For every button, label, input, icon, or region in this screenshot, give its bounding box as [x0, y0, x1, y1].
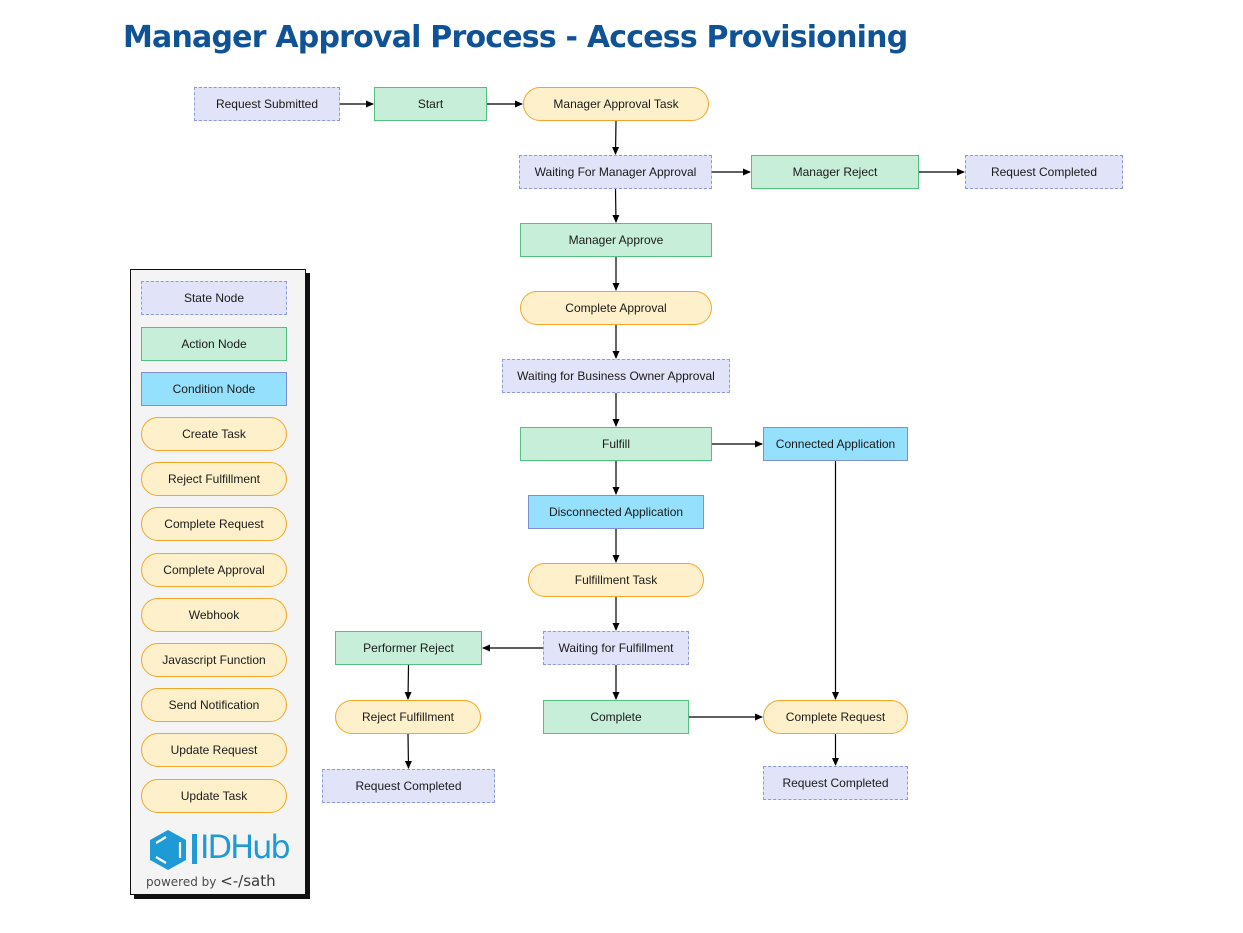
node-waiting-for-business-owner-approval[interactable]: Waiting for Business Owner Approval — [502, 359, 730, 393]
node-label: Reject Fulfillment — [361, 710, 455, 724]
logo-divider — [192, 834, 197, 864]
idhub-logo: IDHub powered by <-/sath — [146, 826, 291, 892]
node-disconnected-application[interactable]: Disconnected Application — [528, 495, 704, 529]
node-label: Complete Approval — [565, 301, 667, 315]
node-fulfillment-task[interactable]: Fulfillment Task — [528, 563, 704, 597]
legend-label: Condition Node — [172, 382, 256, 396]
node-label: Manager Approval Task — [553, 97, 679, 111]
node-waiting-for-fulfillment[interactable]: Waiting for Fulfillment — [543, 631, 689, 665]
node-request-completed[interactable]: Request Completed — [965, 155, 1123, 189]
legend-label: Webhook — [188, 608, 240, 622]
legend-label: Complete Request — [164, 517, 264, 531]
logo-powered-by: powered by <-/sath — [146, 872, 276, 890]
node-label: Fulfillment Task — [574, 573, 658, 587]
legend-item-webhook: Webhook — [141, 598, 287, 632]
legend-item-action-node: Action Node — [141, 327, 287, 361]
legend-label: Create Task — [182, 427, 246, 441]
node-complete-approval[interactable]: Complete Approval — [520, 291, 712, 325]
node-manager-reject[interactable]: Manager Reject — [751, 155, 919, 189]
powered-by-text: powered by — [146, 875, 217, 889]
node-label: Waiting for Fulfillment — [558, 641, 674, 655]
legend-item-complete-approval: Complete Approval — [141, 553, 287, 587]
node-label: Complete Request — [785, 710, 886, 724]
edge-performer-reject-to-reject-fulfillment — [404, 664, 412, 700]
legend-item-reject-fulfillment: Reject Fulfillment — [141, 462, 287, 496]
legend-label: Update Request — [170, 743, 258, 757]
legend-item-create-task: Create Task — [141, 417, 287, 451]
node-label: Request Completed — [355, 779, 462, 793]
logo-brand-id: ID — [200, 828, 232, 866]
node-reject-fulfillment[interactable]: Reject Fulfillment — [335, 700, 481, 734]
company-name: sath — [243, 872, 276, 890]
node-complete[interactable]: Complete — [543, 700, 689, 734]
legend-panel: State Node Action Node Condition Node Cr… — [130, 269, 306, 895]
node-label: Request Completed — [782, 776, 889, 790]
node-fulfill[interactable]: Fulfill — [520, 427, 712, 461]
legend-label: State Node — [183, 291, 245, 305]
node-manager-approval-task[interactable]: Manager Approval Task — [523, 87, 709, 121]
node-label: Complete — [590, 710, 642, 724]
node-request-completed[interactable]: Request Completed — [322, 769, 495, 803]
node-label: Request Submitted — [215, 97, 319, 111]
node-label: Manager Approve — [568, 233, 664, 247]
legend-label: Send Notification — [168, 698, 260, 712]
node-request-submitted[interactable]: Request Submitted — [194, 87, 340, 121]
legend-label: Javascript Function — [162, 653, 266, 667]
legend-item-condition-node: Condition Node — [141, 372, 287, 406]
node-connected-application[interactable]: Connected Application — [763, 427, 908, 461]
legend-item-state-node: State Node — [141, 281, 287, 315]
legend-item-update-task: Update Task — [141, 779, 287, 813]
legend-item-javascript-function: Javascript Function — [141, 643, 287, 677]
logo-brand: IDHub — [200, 828, 291, 866]
logo-brand-hub: Hub — [230, 828, 291, 866]
legend-label: Action Node — [181, 337, 247, 351]
node-label: Manager Reject — [792, 165, 878, 179]
company-mark: <-/ — [220, 872, 244, 890]
node-label: Connected Application — [775, 437, 896, 451]
node-label: Waiting For Manager Approval — [534, 165, 697, 179]
hexagon-logo-icon — [150, 830, 186, 870]
node-label: Request Completed — [990, 165, 1098, 179]
node-label: Performer Reject — [363, 641, 454, 655]
node-complete-request[interactable]: Complete Request — [763, 700, 908, 734]
node-label: Fulfill — [601, 437, 630, 451]
legend-label: Complete Approval — [163, 563, 265, 577]
legend-item-complete-request: Complete Request — [141, 507, 287, 541]
node-label: Waiting for Business Owner Approval — [517, 369, 715, 383]
legend-item-send-notification: Send Notification — [141, 688, 287, 722]
node-request-completed[interactable]: Request Completed — [763, 766, 908, 800]
node-manager-approve[interactable]: Manager Approve — [520, 223, 712, 257]
node-waiting-for-manager-approval[interactable]: Waiting For Manager Approval — [519, 155, 712, 189]
node-start[interactable]: Start — [374, 87, 487, 121]
legend-label: Reject Fulfillment — [167, 472, 261, 486]
edge-waiting-for-manager-approval-to-manager-approve — [612, 188, 620, 223]
legend-item-update-request: Update Request — [141, 733, 287, 767]
edge-reject-fulfillment-to-request-completed-2 — [404, 733, 412, 769]
edge-manager-approval-task-to-waiting-for-manager-approval — [612, 120, 620, 155]
legend-label: Update Task — [180, 789, 248, 803]
node-label: Disconnected Application — [548, 505, 684, 519]
node-performer-reject[interactable]: Performer Reject — [335, 631, 482, 665]
node-label: Start — [417, 97, 444, 111]
